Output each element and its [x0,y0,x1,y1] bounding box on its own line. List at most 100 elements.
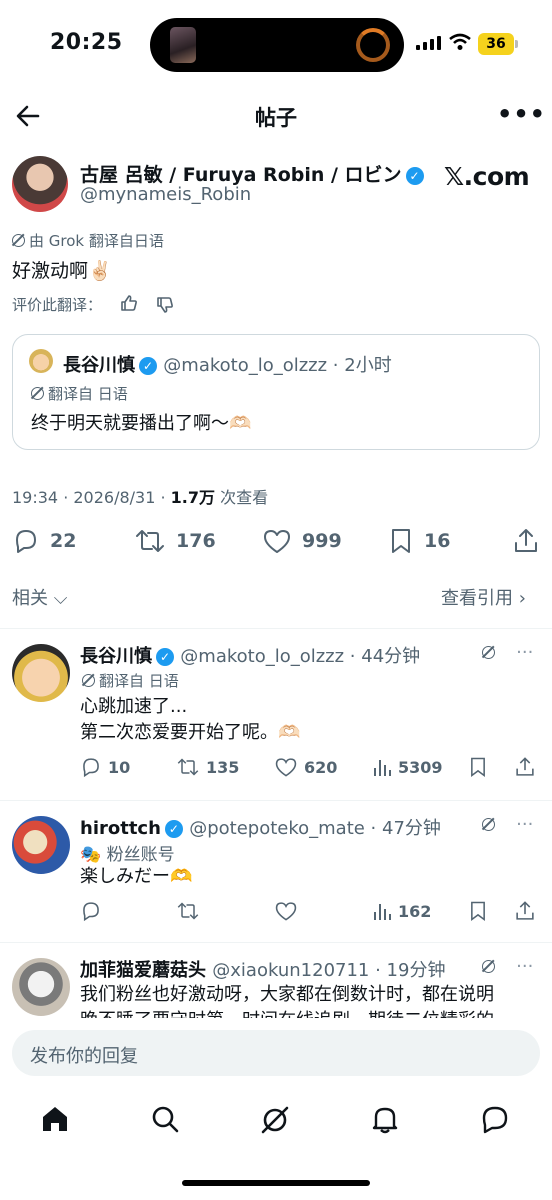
messages-icon[interactable] [480,1104,510,1134]
reply-actions: 10 135 620 5309 [80,756,540,782]
reply-menu[interactable]: ··· [482,814,533,835]
reply-avatar[interactable] [12,644,70,702]
bookmark-button[interactable] [468,756,488,778]
more-icon[interactable]: ··· [516,956,533,977]
status-bar: 20:25 36 [0,0,552,90]
share-button[interactable] [514,756,536,778]
share-icon [515,529,537,552]
quoted-author-avatar [29,349,53,373]
views-button[interactable]: 5309 [372,756,443,778]
grok-icon[interactable] [482,646,495,659]
like-button[interactable]: 620 [274,756,337,778]
heart-icon [275,758,297,777]
reply-author-line: 長谷川慎 ✓ @makoto_lo_olzzz · 44分钟 [80,646,421,667]
fan-account-label: 🎭 粉丝账号 [80,845,175,865]
repost-button[interactable]: 176 [134,524,216,558]
reply-item[interactable]: 長谷川慎 ✓ @makoto_lo_olzzz · 44分钟 ··· 翻译自 日语… [0,628,552,800]
reply-avatar[interactable] [12,816,70,874]
repost-icon [136,530,164,552]
translate-icon [31,387,44,400]
repost-button[interactable]: 135 [176,756,239,778]
reply-menu[interactable]: ··· [482,956,533,977]
share-icon [516,757,534,776]
chevron-down-icon: ⌵ [48,588,68,609]
views-icon [374,904,391,920]
reply-actions: 162 [80,900,540,926]
reply-button[interactable] [80,900,102,922]
search-icon[interactable] [150,1104,180,1134]
reply-button[interactable]: 22 [12,524,76,558]
verified-badge-icon: ✓ [164,820,183,838]
share-icon [516,901,534,920]
more-icon[interactable]: ··· [516,814,533,835]
mask-icon: 🎭 [80,845,102,865]
like-button[interactable] [274,900,298,922]
reply-menu[interactable]: ··· [482,642,533,663]
share-button[interactable] [514,900,536,922]
bookmark-icon [471,757,485,777]
bookmark-button[interactable] [468,900,488,922]
chevron-right-icon: › [513,588,526,609]
thumbs-down-icon[interactable] [156,296,174,314]
post-text: 好激动啊✌🏻 [12,260,112,282]
reply-icon [83,758,99,778]
reply-text: 楽しみだー🫶 [80,866,193,887]
quoted-author-line: 長谷川慎 ✓ @makoto_lo_olzzz · 2小时 [63,355,392,376]
top-nav: 帖子 ••• [0,92,552,140]
post-actions: 22 176 999 16 [0,524,552,558]
wifi-icon [449,33,471,50]
repost-icon [177,758,199,776]
views-icon [374,760,391,776]
reply-item[interactable]: 加菲猫爱蘑菇头 @xiaokun120711 · 19分钟 ··· 我们粉丝也好… [0,942,552,1031]
verified-badge-icon: ✓ [156,648,174,666]
post-meta: 19:34 · 2026/8/31 · 1.7万 次查看 [12,488,269,507]
quoted-translation-note: 翻译自 日语 [31,383,128,404]
x-watermark: 𝕏.com [444,162,530,191]
status-time: 20:25 [50,30,123,55]
bookmark-icon [471,901,485,921]
grok-icon[interactable] [259,1104,291,1136]
reply-author-line: 加菲猫爱蘑菇头 @xiaokun120711 · 19分钟 [80,960,446,981]
translation-note[interactable]: 由 Grok 翻译自日语 [12,230,164,251]
heart-icon [275,902,297,921]
battery-indicator: 36 [478,33,518,55]
bookmark-icon [392,529,410,553]
views-button[interactable]: 162 [372,900,431,922]
reply-avatar[interactable] [12,958,70,1016]
more-icon[interactable]: ··· [516,642,533,663]
translate-icon [82,674,95,687]
reply-button[interactable]: 10 [80,756,130,778]
author-handle[interactable]: @mynameis_Robin [80,184,251,205]
grok-icon[interactable] [482,818,495,831]
home-indicator [182,1180,370,1186]
thumbs-up-icon[interactable] [120,294,138,312]
more-options-icon[interactable]: ••• [497,100,546,128]
notifications-bell-icon[interactable] [370,1104,400,1134]
dynamic-island[interactable] [150,18,404,72]
reply-icon [16,530,36,553]
reply-item[interactable]: hirottch ✓ @potepoteko_mate · 47分钟 ··· 🎭 … [0,800,552,942]
home-icon[interactable] [40,1104,70,1134]
share-button[interactable] [512,524,540,558]
like-button[interactable]: 999 [262,524,342,558]
reply-compose-input[interactable]: 发布你的回复 [12,1030,540,1076]
reply-translation-note[interactable]: 翻译自 日语 [82,670,179,691]
repost-button[interactable] [176,900,200,922]
verified-badge-icon: ✓ [405,167,424,185]
related-dropdown[interactable]: 相关 ⌵ [12,584,67,610]
bottom-tab-bar [0,1098,552,1142]
author-name[interactable]: 古屋 呂敏 / Furuya Robin / ロビン ✓ [80,160,424,187]
grok-icon[interactable] [482,960,495,973]
reply-author-line: hirottch ✓ @potepoteko_mate · 47分钟 [80,818,441,839]
reply-text: 心跳加速了... 第二次恋爱要开始了呢。🫶🏻 [80,696,301,743]
verified-badge-icon: ✓ [139,357,157,375]
rate-translation-label: 评价此翻译： [12,296,103,314]
repost-icon [177,902,199,920]
grok-icon [12,234,25,247]
quoted-post-text: 终于明天就要播出了啊～🫶🏻 [31,413,252,434]
author-avatar[interactable] [12,156,68,212]
reply-icon [83,902,99,922]
bookmark-button[interactable]: 16 [388,524,450,558]
view-quotes-link[interactable]: 查看引用 › [441,584,526,610]
quoted-post[interactable]: 長谷川慎 ✓ @makoto_lo_olzzz · 2小时 翻译自 日语 终于明天… [12,334,540,450]
